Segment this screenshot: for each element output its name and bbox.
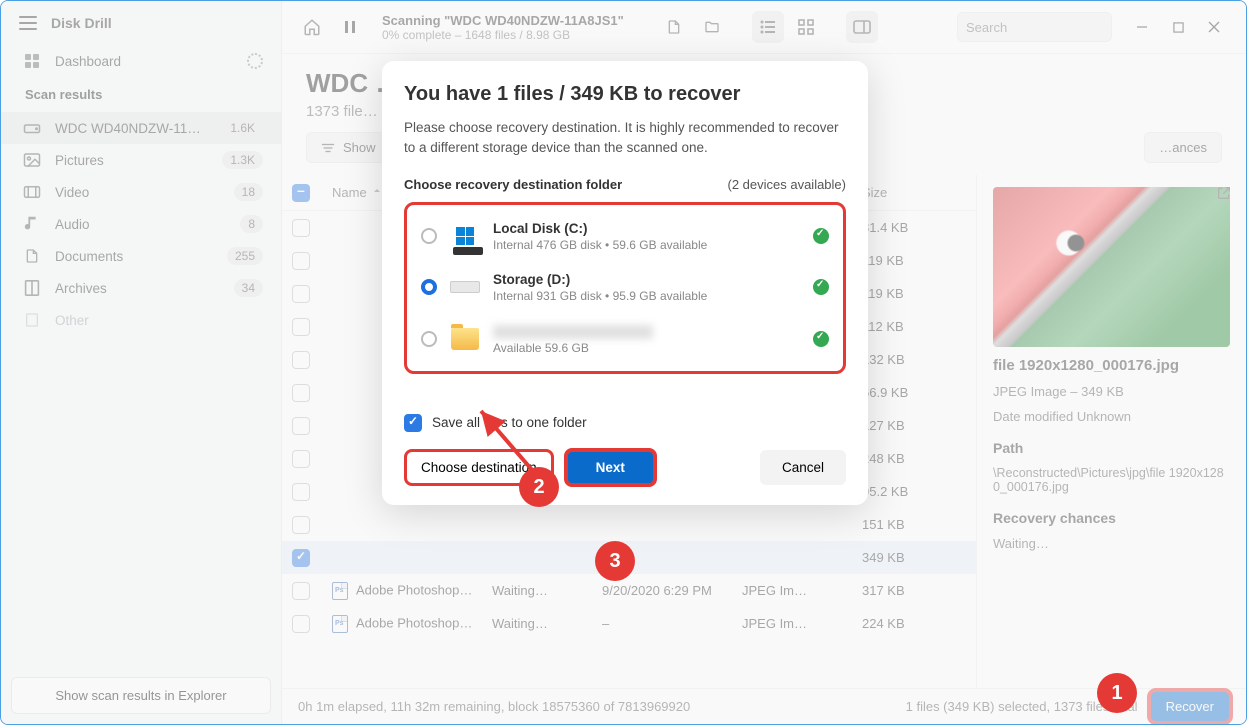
destination-sub: Internal 931 GB disk • 95.9 GB available bbox=[493, 289, 801, 303]
recovery-modal: You have 1 files / 349 KB to recover Ple… bbox=[382, 61, 868, 505]
choose-destination-button[interactable]: Choose destination bbox=[404, 449, 554, 486]
destination-radio[interactable] bbox=[421, 279, 437, 295]
destination-option[interactable]: Local Disk (C:)Internal 476 GB disk • 59… bbox=[417, 211, 833, 262]
destination-option[interactable]: Available 59.6 GB bbox=[417, 313, 833, 365]
check-icon bbox=[813, 279, 829, 295]
modal-choose-label: Choose recovery destination folder bbox=[404, 177, 622, 192]
destination-sub: Internal 476 GB disk • 59.6 GB available bbox=[493, 238, 801, 252]
destination-option[interactable]: Storage (D:)Internal 931 GB disk • 95.9 … bbox=[417, 262, 833, 313]
modal-devices-avail: (2 devices available) bbox=[727, 177, 846, 192]
next-button[interactable]: Next bbox=[564, 448, 657, 487]
destination-list: Local Disk (C:)Internal 476 GB disk • 59… bbox=[404, 202, 846, 374]
save-all-label: Save all files to one folder bbox=[432, 415, 587, 430]
check-icon bbox=[813, 331, 829, 347]
save-all-checkbox[interactable] bbox=[404, 414, 422, 432]
drive-icon bbox=[449, 328, 481, 350]
destination-radio[interactable] bbox=[421, 331, 437, 347]
drive-icon bbox=[449, 225, 481, 247]
cancel-button[interactable]: Cancel bbox=[760, 450, 846, 485]
destination-sub: Available 59.6 GB bbox=[493, 341, 801, 355]
modal-desc: Please choose recovery destination. It i… bbox=[404, 118, 846, 159]
drive-icon bbox=[449, 276, 481, 298]
destination-radio[interactable] bbox=[421, 228, 437, 244]
modal-title: You have 1 files / 349 KB to recover bbox=[404, 83, 846, 106]
check-icon bbox=[813, 228, 829, 244]
